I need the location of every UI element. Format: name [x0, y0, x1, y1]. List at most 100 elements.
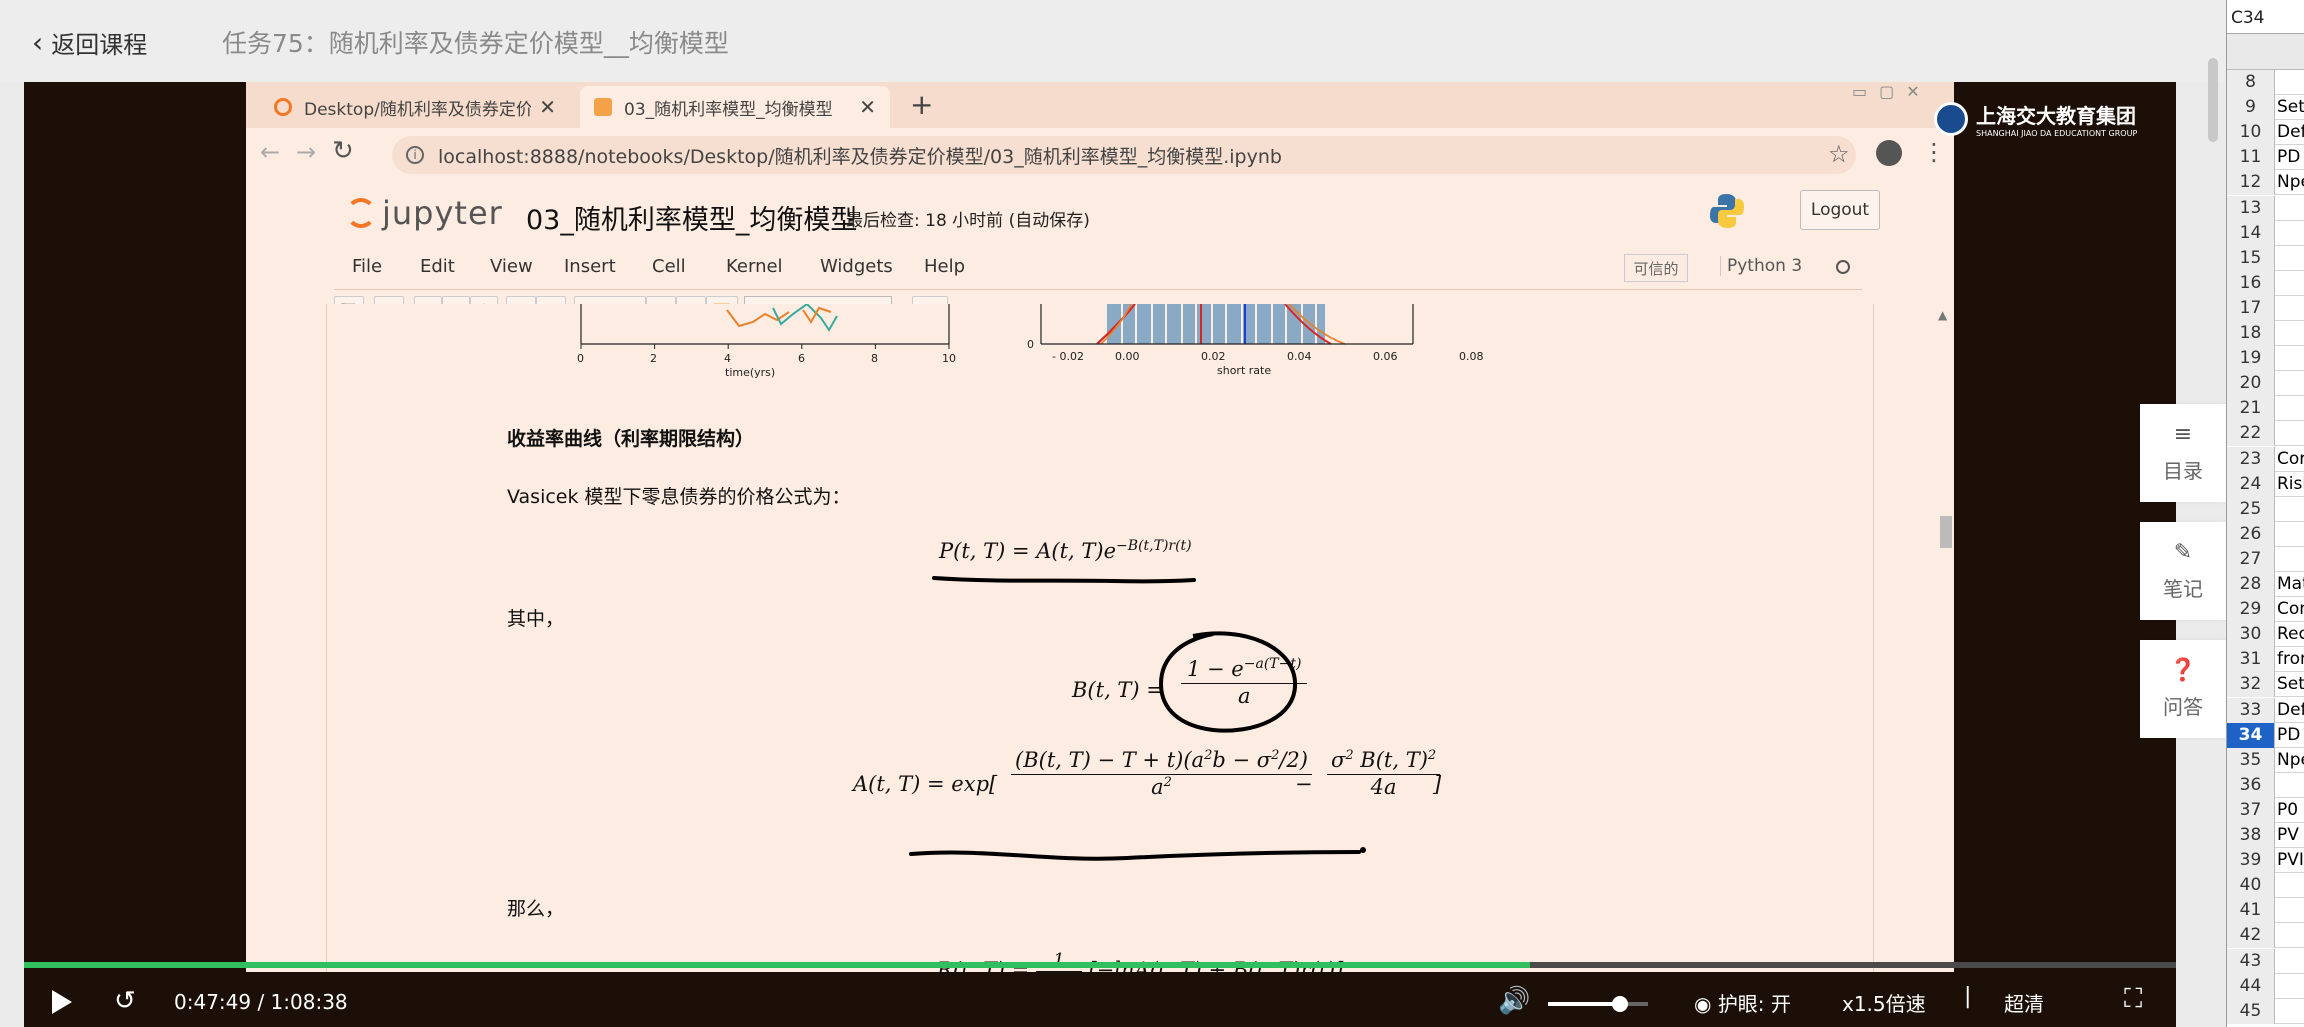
cell-value[interactable]: Cor — [2277, 447, 2304, 472]
sheet-row[interactable]: 40 — [2227, 873, 2304, 899]
sheet-row[interactable]: 24Risk — [2227, 471, 2304, 497]
toc-button[interactable]: ≡ 目录 — [2140, 404, 2226, 502]
back-to-course-link[interactable]: ‹ 返回课程 — [32, 22, 147, 62]
sheet-row[interactable]: 11 PD — [2227, 145, 2304, 171]
new-tab-icon[interactable]: + — [910, 88, 933, 121]
jupyter-logo[interactable]: jupyter — [346, 194, 503, 232]
eye-care-toggle[interactable]: ◉ 护眼: 开 — [1694, 988, 1791, 1017]
video-player[interactable]: Desktop/随机利率及债券定价模 ✕ 03_随机利率模型_均衡模型 ✕ + … — [24, 82, 2176, 1027]
row-number[interactable]: 38 — [2227, 823, 2275, 848]
cell-reference[interactable]: C34 — [2227, 0, 2304, 34]
sheet-row[interactable]: 36 — [2227, 772, 2304, 798]
notes-button[interactable]: ✎ 笔记 — [2140, 522, 2226, 620]
window-controls[interactable]: ▭▢✕ — [1852, 82, 1932, 101]
sheet-row[interactable]: 9 Set — [2227, 95, 2304, 121]
trusted-badge[interactable]: 可信的 — [1624, 254, 1688, 282]
sheet-row[interactable]: 12Npe — [2227, 170, 2304, 196]
sheet-row[interactable]: 15 — [2227, 245, 2304, 271]
menu-insert[interactable]: Insert — [564, 256, 616, 277]
qa-button[interactable]: ❓ 问答 — [2140, 640, 2226, 738]
browser-tab-active[interactable]: 03_随机利率模型_均衡模型 ✕ — [580, 86, 890, 128]
close-tab-icon[interactable]: ✕ — [539, 95, 556, 119]
sheet-row[interactable]: 42 — [2227, 923, 2304, 949]
sheet-row[interactable]: 28Mat — [2227, 572, 2304, 597]
sheet-row[interactable]: 38 PV — [2227, 823, 2304, 848]
row-number[interactable]: 37 — [2227, 797, 2275, 823]
cell-value[interactable]: Npe — [2277, 748, 2304, 773]
cell-value[interactable]: Npe — [2277, 170, 2304, 195]
sheet-row[interactable]: 13 — [2227, 195, 2304, 221]
row-number[interactable]: 29 — [2227, 597, 2275, 623]
sheet-row[interactable]: 35Npe — [2227, 747, 2304, 773]
cell-value[interactable]: PD — [2277, 723, 2300, 748]
row-number[interactable]: 43 — [2227, 948, 2275, 974]
back-arrow-icon[interactable]: ← — [260, 138, 280, 166]
speed-button[interactable]: x1.5倍速 — [1842, 988, 1926, 1017]
row-number[interactable]: 8 — [2227, 70, 2275, 95]
video-progress-bar[interactable] — [24, 962, 2176, 968]
sheet-row[interactable]: 34 PD — [2227, 722, 2304, 748]
row-number[interactable]: 21 — [2227, 396, 2275, 422]
sheet-row[interactable]: 26 — [2227, 521, 2304, 547]
row-number[interactable]: 12 — [2227, 170, 2275, 196]
notebook-scrollbar-thumb[interactable] — [1940, 516, 1952, 548]
volume-knob[interactable] — [1612, 996, 1628, 1012]
row-number[interactable]: 32 — [2227, 672, 2275, 698]
sheet-row[interactable]: 19 — [2227, 346, 2304, 372]
row-number[interactable]: 28 — [2227, 572, 2275, 597]
row-number[interactable]: 25 — [2227, 496, 2275, 522]
row-number[interactable]: 17 — [2227, 295, 2275, 321]
row-number[interactable]: 44 — [2227, 973, 2275, 999]
row-number[interactable]: 9 — [2227, 95, 2275, 121]
menu-view[interactable]: View — [490, 256, 533, 277]
browser-tab[interactable]: Desktop/随机利率及债券定价模 ✕ — [260, 86, 570, 128]
sheet-row[interactable]: 32 Set — [2227, 672, 2304, 698]
notebook-name[interactable]: 03_随机利率模型_均衡模型 — [526, 198, 857, 237]
sheet-row[interactable]: 23 Cor — [2227, 446, 2304, 472]
menu-kernel[interactable]: Kernel — [726, 256, 783, 277]
row-number[interactable]: 19 — [2227, 346, 2275, 372]
sheet-row[interactable]: 30Rec — [2227, 622, 2304, 648]
sheet-row[interactable]: 18 — [2227, 321, 2304, 346]
sheet-row[interactable]: 45 — [2227, 998, 2304, 1024]
cell-value[interactable]: PVI — [2277, 848, 2304, 873]
cell-value[interactable]: Set — [2277, 95, 2304, 120]
sheet-row[interactable]: 8 — [2227, 70, 2304, 95]
menu-edit[interactable]: Edit — [420, 256, 455, 277]
row-number[interactable]: 18 — [2227, 321, 2275, 346]
bookmark-star-icon[interactable]: ☆ — [1828, 140, 1850, 168]
page-scrollbar-thumb[interactable] — [2208, 58, 2218, 142]
sheet-row[interactable]: 43 — [2227, 948, 2304, 974]
row-number[interactable]: 36 — [2227, 772, 2275, 798]
sheet-row[interactable]: 39 PVI — [2227, 848, 2304, 874]
row-number[interactable]: 42 — [2227, 923, 2275, 949]
menu-file[interactable]: File — [352, 256, 382, 277]
menu-widgets[interactable]: Widgets — [820, 256, 893, 277]
row-number[interactable]: 45 — [2227, 998, 2275, 1024]
row-number[interactable]: 31 — [2227, 647, 2275, 673]
row-number[interactable]: 10 — [2227, 120, 2275, 146]
row-number[interactable]: 33 — [2227, 697, 2275, 723]
menu-cell[interactable]: Cell — [652, 256, 686, 277]
row-number[interactable]: 23 — [2227, 446, 2275, 472]
row-number[interactable]: 13 — [2227, 195, 2275, 221]
scroll-up-icon[interactable]: ▲ — [1938, 308, 1947, 322]
sheet-row[interactable]: 33 Def — [2227, 697, 2304, 723]
row-number[interactable]: 35 — [2227, 747, 2275, 773]
cell-value[interactable]: Risk — [2277, 472, 2304, 497]
cell-value[interactable]: Def — [2277, 698, 2304, 723]
menu-help[interactable]: Help — [924, 256, 965, 277]
cell-value[interactable]: Set — [2277, 672, 2304, 697]
row-number[interactable]: 34 — [2227, 722, 2275, 748]
sheet-row[interactable]: 21 — [2227, 396, 2304, 422]
row-number[interactable]: 24 — [2227, 471, 2275, 497]
browser-menu-icon[interactable]: ⋮ — [1922, 138, 1946, 166]
quality-button[interactable]: 超清 — [2004, 988, 2044, 1017]
info-icon[interactable]: i — [406, 146, 424, 164]
sheet-row[interactable]: 44 — [2227, 973, 2304, 999]
cell-value[interactable]: from — [2277, 647, 2304, 672]
play-icon[interactable] — [52, 990, 72, 1014]
cell-value[interactable]: PD — [2277, 145, 2300, 170]
cell-value[interactable]: Mat — [2277, 572, 2304, 597]
row-number[interactable]: 27 — [2227, 546, 2275, 572]
